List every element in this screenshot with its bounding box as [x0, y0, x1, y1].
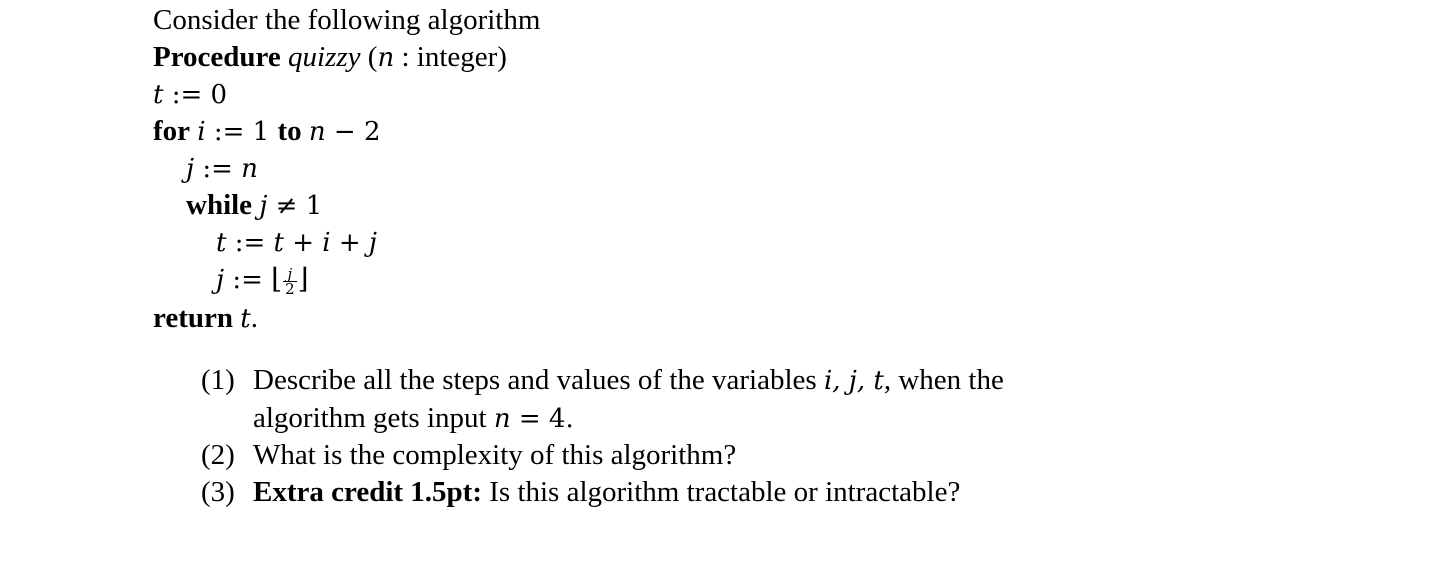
question-2: (2) What is the complexity of this algori… — [201, 437, 736, 474]
return-keyword: return — [153, 302, 234, 334]
t-update-assign: := — [226, 228, 274, 258]
code-line-t-update: t := t + i + j — [216, 224, 377, 261]
code-line-return: return t. — [153, 300, 258, 337]
code-line-j-init: j := n — [186, 150, 258, 187]
code-line-j-update: j := ⌊ j 2 ⌋ — [216, 261, 309, 298]
question-2-label: (2) — [201, 439, 235, 471]
for-var: i — [197, 117, 206, 147]
question-1-label: (1) — [201, 364, 235, 396]
init-var: t — [153, 80, 164, 110]
while-cond: ≠ 1 — [267, 191, 323, 221]
question-1-vars: i, j, t — [823, 366, 884, 396]
question-1-text-a: Describe all the steps and values of the… — [253, 364, 824, 396]
intro-label: Consider the following algorithm — [153, 4, 541, 36]
question-3: (3) Extra credit 1.5pt: Is this algorithm… — [201, 474, 960, 511]
floor-left: ⌊ — [271, 262, 283, 295]
j-init-val: n — [241, 154, 258, 184]
fraction-numerator: j — [287, 264, 293, 283]
init-assign: := 0 — [163, 80, 228, 110]
procedure-keyword: Procedure — [153, 41, 281, 73]
code-line-for: for i := 1 to n − 2 — [153, 113, 381, 150]
question-2-text: What is the complexity of this algorithm… — [253, 439, 737, 471]
for-end-var: n — [308, 117, 326, 147]
floor-right: ⌋ — [297, 262, 309, 295]
to-keyword: to — [277, 115, 302, 147]
code-line-init: t := 0 — [153, 76, 227, 113]
t-update-lhs: t — [216, 228, 227, 258]
question-3-label: (3) — [201, 476, 235, 508]
intro-text: Consider the following algorithm — [153, 2, 540, 38]
question-3-text: Is this algorithm tractable or intractab… — [482, 476, 961, 508]
return-var: t — [240, 304, 251, 334]
procedure-param-type: : integer) — [394, 41, 507, 73]
procedure-header: Procedure quizzy (n : integer) — [153, 39, 507, 76]
procedure-param: n — [377, 43, 395, 73]
return-end: . — [250, 302, 258, 334]
question-1: (1) Describe all the steps and values of … — [201, 362, 1004, 438]
question-1-text-b: , when the — [883, 364, 1004, 396]
while-keyword: while — [186, 189, 253, 221]
question-1-text-c: algorithm gets input — [253, 402, 494, 434]
fraction-denominator: 2 — [283, 279, 297, 298]
for-assign: := 1 — [205, 117, 278, 147]
t-update-rhs: t + i + j — [273, 228, 377, 258]
for-keyword: for — [153, 115, 191, 147]
j-update-assign: := — [224, 265, 272, 295]
question-1-continuation: algorithm gets input n = 4. — [201, 400, 1004, 438]
fraction: j2 — [283, 264, 297, 298]
j-update-lhs: j — [216, 265, 225, 295]
question-1-math: n — [493, 404, 511, 434]
code-line-while: while j ≠ 1 — [186, 187, 322, 224]
procedure-open-paren: ( — [367, 41, 378, 73]
j-init-var: j — [186, 154, 195, 184]
question-1-text-d: = 4. — [510, 404, 574, 434]
question-3-bold: Extra credit 1.5pt: — [253, 476, 482, 508]
procedure-name: quizzy — [288, 41, 361, 73]
for-end-rest: − 2 — [325, 117, 381, 147]
j-init-assign: := — [194, 154, 242, 184]
